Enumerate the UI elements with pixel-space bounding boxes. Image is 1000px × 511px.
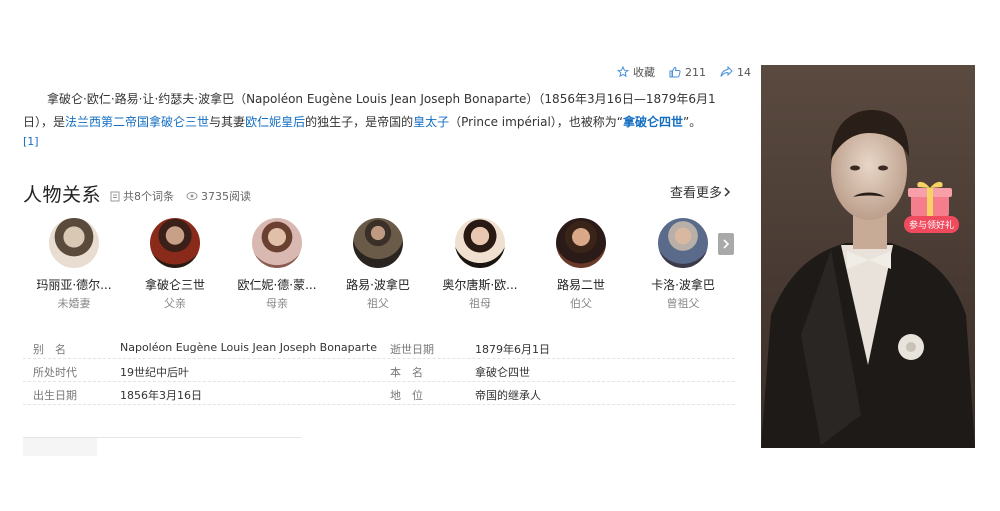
avatar (455, 218, 505, 268)
info-value: 1879年6月1日 (475, 343, 550, 356)
favorite-label: 收藏 (633, 66, 655, 79)
tab-placeholder[interactable] (23, 438, 97, 456)
person-name: 欧仁妮·德·蒙... (237, 278, 317, 292)
see-more-label: 查看更多 (670, 186, 723, 201)
person-name: 拿破仑三世 (144, 278, 205, 292)
avatar (150, 218, 200, 268)
info-label: 本 名 (390, 366, 423, 379)
person-name: 卡洛·波拿巴 (651, 278, 715, 292)
thumbs-up-icon (669, 66, 681, 78)
gift-label[interactable]: 参与领好礼 (904, 216, 960, 233)
person-role: 祖父 (367, 297, 389, 310)
intro-text: 与其妻 (209, 115, 246, 129)
info-value: 1856年3月16日 (120, 389, 202, 402)
document-icon (110, 191, 120, 201)
entry-count: 共8个词条 (123, 190, 174, 203)
link-eugenie[interactable]: 欧仁妮皇后 (245, 115, 305, 129)
intro-text: 日），是 (23, 115, 66, 129)
read-count-item: 3735阅读 (186, 188, 251, 204)
intro-paragraph: 拿破仑·欧仁·路易·让·约瑟夫·波拿巴（Napoléon Eugène Loui… (23, 88, 755, 149)
relation-person[interactable]: 奥尔唐斯·欧... 祖母 (430, 218, 530, 311)
info-label: 逝世日期 (390, 343, 434, 356)
share-count: 14 (737, 65, 751, 79)
relation-person[interactable]: 路易二世 伯父 (531, 218, 631, 311)
info-value: Napoléon Eugène Louis Jean Joseph Bonapa… (120, 341, 377, 354)
person-role: 未婚妻 (57, 297, 91, 310)
chevron-right-icon (723, 239, 730, 249)
portrait-illustration (761, 65, 975, 448)
person-name: 路易二世 (556, 278, 605, 292)
intro-line-2: 日），是法兰西第二帝国拿破仑三世与其妻欧仁妮皇后的独生子，是帝国的皇太子（Pri… (23, 111, 755, 134)
intro-text: （Prince impérial），也被称为“ (449, 115, 623, 129)
person-role: 祖母 (469, 297, 491, 310)
info-row: 别 名 Napoléon Eugène Louis Jean Joseph Bo… (23, 336, 735, 359)
relations-meta: 共8个词条 3735阅读 (110, 188, 263, 204)
read-count: 3735阅读 (201, 190, 251, 203)
info-row: 出生日期 1856年3月16日 地 位 帝国的继承人 (23, 382, 735, 405)
relations-next-button[interactable] (718, 233, 734, 255)
intro-line-1: 拿破仑·欧仁·路易·让·约瑟夫·波拿巴（Napoléon Eugène Loui… (47, 92, 716, 106)
person-role: 伯父 (570, 297, 592, 310)
avatar (49, 218, 99, 268)
info-value: 拿破仑四世 (475, 366, 530, 379)
entry-count-item: 共8个词条 (110, 188, 174, 204)
info-label: 地 位 (390, 389, 423, 402)
relations-title: 人物关系 (23, 184, 102, 206)
link-napoleon-iv[interactable]: 拿破仑四世 (623, 115, 683, 129)
avatar (353, 218, 403, 268)
info-row: 所处时代 19世纪中后叶 本 名 拿破仑四世 (23, 359, 735, 382)
info-label: 出生日期 (33, 389, 77, 402)
share-button[interactable]: 14 (720, 66, 751, 79)
info-label: 所处时代 (33, 366, 77, 379)
info-value: 帝国的继承人 (475, 389, 541, 402)
info-value: 19世纪中后叶 (120, 366, 189, 379)
avatar (252, 218, 302, 268)
like-button[interactable]: 211 (669, 66, 706, 79)
relation-person[interactable]: 玛丽亚·德尔... 未婚妻 (24, 218, 124, 311)
relation-person[interactable]: 路易·波拿巴 祖父 (328, 218, 428, 311)
person-role: 父亲 (164, 297, 186, 310)
person-name: 路易·波拿巴 (346, 278, 410, 292)
link-napoleon-iii[interactable]: 拿破仑三世 (149, 115, 209, 129)
portrait-image (761, 65, 975, 448)
see-more-link[interactable]: 查看更多 (670, 182, 732, 201)
reference-link[interactable]: [1] (23, 135, 39, 148)
action-bar: 收藏 211 14 (617, 64, 765, 80)
intro-text: ”。 (683, 115, 702, 129)
info-label: 别 名 (33, 343, 66, 356)
avatar (658, 218, 708, 268)
eye-icon (186, 192, 198, 200)
like-count: 211 (685, 65, 706, 79)
relation-person[interactable]: 欧仁妮·德·蒙... 母亲 (227, 218, 327, 311)
person-role: 曾祖父 (666, 297, 700, 310)
person-role: 母亲 (266, 297, 288, 310)
avatar (556, 218, 606, 268)
share-icon (720, 66, 733, 77)
relation-person[interactable]: 卡洛·波拿巴 曾祖父 (633, 218, 733, 311)
favorite-button[interactable]: 收藏 (617, 64, 655, 80)
link-crown-prince[interactable]: 皇太子 (413, 115, 449, 129)
intro-text: 的独生子，是帝国的 (305, 115, 414, 129)
chevron-right-icon (724, 186, 731, 197)
star-icon (617, 66, 629, 78)
person-name: 奥尔唐斯·欧... (442, 278, 518, 292)
person-name: 玛丽亚·德尔... (36, 278, 112, 292)
link-second-empire[interactable]: 法兰西第二帝国 (65, 115, 149, 129)
relation-person[interactable]: 拿破仑三世 父亲 (125, 218, 225, 311)
